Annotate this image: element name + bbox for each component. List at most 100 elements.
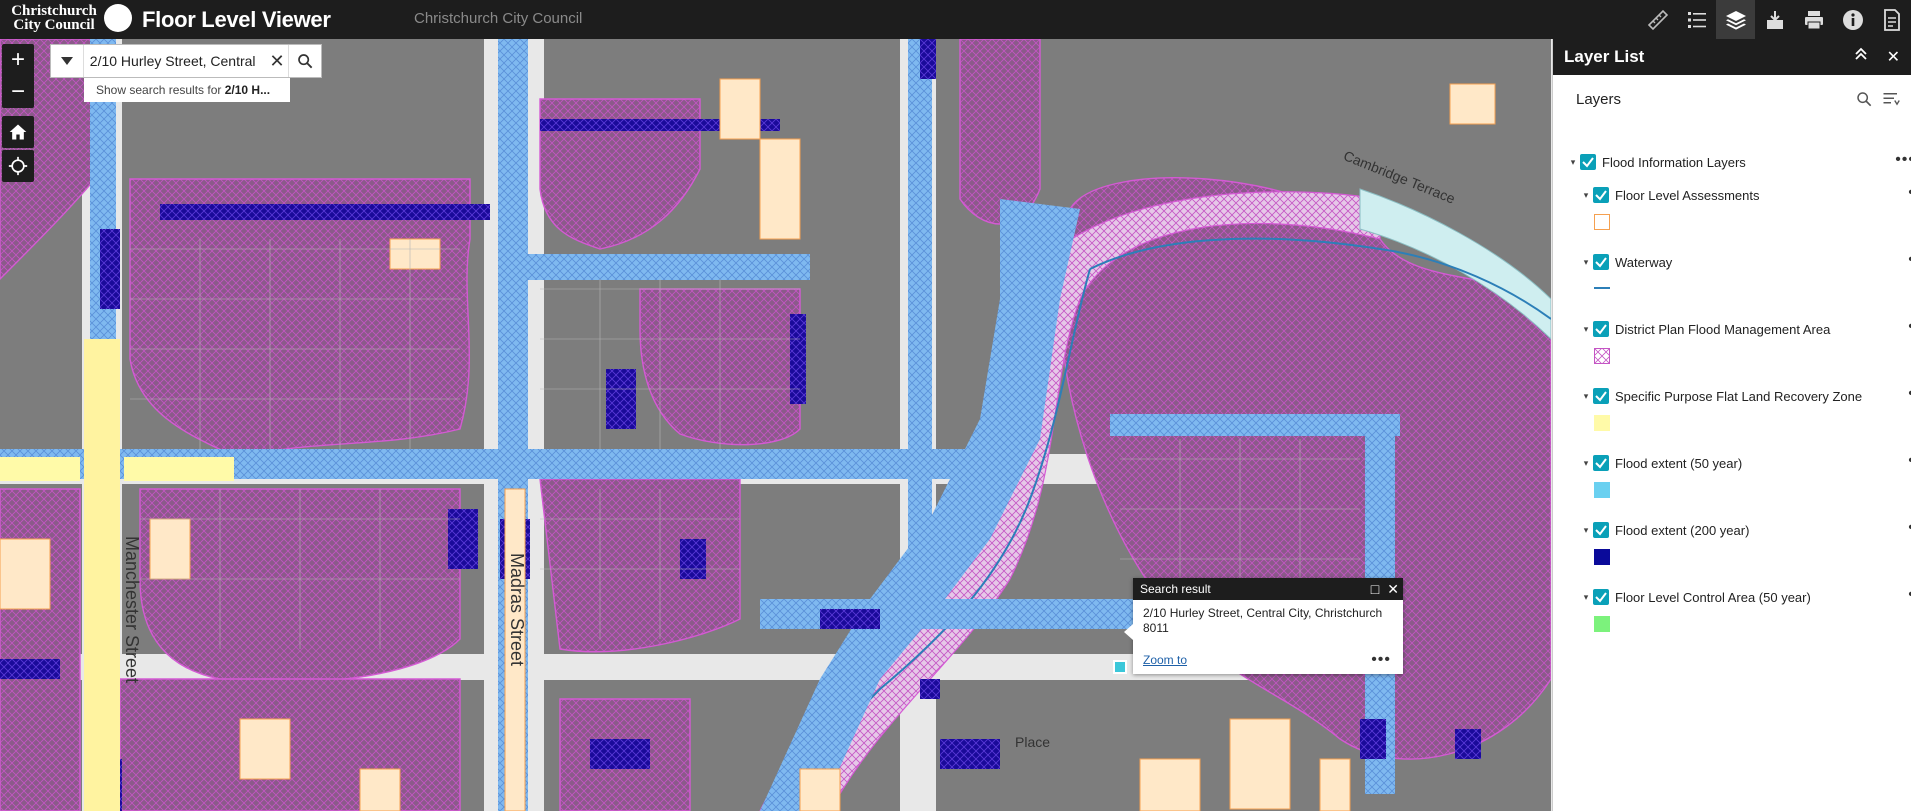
search-input[interactable] — [83, 45, 266, 77]
close-icon[interactable]: ✕ — [1387, 578, 1399, 600]
checkbox-layer[interactable] — [1593, 321, 1609, 337]
legend-swatch — [1594, 348, 1610, 364]
checkbox-group[interactable] — [1580, 154, 1596, 170]
search-icon[interactable] — [1856, 91, 1872, 107]
close-icon: ✕ — [269, 50, 285, 71]
street-label-manchester: Manchester Street — [122, 535, 143, 684]
home-icon — [9, 124, 27, 140]
layer-label: District Plan Flood Management Area — [1615, 321, 1831, 337]
search-result-popup: Search result □ ✕ 2/10 Hurley Street, Ce… — [1124, 578, 1403, 674]
map-canvas[interactable] — [0, 39, 1551, 811]
group-label: Flood Information Layers — [1602, 154, 1746, 170]
double-chevron-up-icon — [1855, 47, 1867, 60]
checkbox-layer[interactable] — [1593, 455, 1609, 471]
map-view[interactable]: + − ✕ Show search results for 2/10 H... … — [0, 39, 1551, 811]
layer-label: Floor Level Assessments — [1615, 187, 1760, 203]
layer-label: Specific Purpose Flat Land Recovery Zone — [1615, 388, 1863, 404]
basemap-button[interactable] — [1755, 0, 1794, 39]
layer-list-panel: Layer List ✕ Layers ▾ Flood Information … — [1552, 39, 1911, 811]
checkbox-layer[interactable] — [1593, 254, 1609, 270]
close-icon: ✕ — [1886, 49, 1900, 66]
logo-line2: City Council — [13, 17, 95, 33]
search-suggestion[interactable]: Show search results for 2/10 H... — [84, 78, 290, 102]
panel-title: Layer List — [1564, 47, 1645, 66]
checkbox-layer[interactable] — [1593, 522, 1609, 538]
checkbox-layer[interactable] — [1593, 388, 1609, 404]
layer-item: ▾ Specific Purpose Flat Land Recovery Zo… — [1553, 385, 1911, 431]
logo-line1: Christchurch — [11, 3, 97, 19]
checkbox-layer[interactable] — [1593, 187, 1609, 203]
zoom-out-button[interactable]: − — [2, 76, 34, 108]
maximize-icon[interactable]: □ — [1371, 578, 1379, 600]
legend-swatch — [1594, 214, 1610, 230]
caret-down-icon[interactable]: ▾ — [1581, 190, 1591, 201]
legend-swatch — [1594, 549, 1610, 565]
clear-search-button[interactable]: ✕ — [266, 45, 288, 77]
caret-down-icon[interactable]: ▾ — [1581, 592, 1591, 603]
app-subtitle: Christchurch City Council — [414, 10, 583, 27]
collapse-panel-button[interactable] — [1854, 47, 1868, 66]
council-logo: Christchurch City Council — [6, 4, 134, 34]
layer-label: Flood extent (50 year) — [1615, 455, 1743, 471]
suggestion-prefix: Show search results for — [96, 83, 225, 97]
zoom-to-link[interactable]: Zoom to — [1143, 653, 1187, 667]
search-source-dropdown[interactable] — [51, 45, 84, 77]
caret-down-icon[interactable]: ▾ — [1581, 391, 1591, 402]
zoom-control: + − — [2, 44, 34, 108]
popup-title: Search result — [1140, 582, 1211, 596]
layer-label: Waterway — [1615, 254, 1673, 270]
layer-options-button[interactable]: ••• — [1895, 151, 1911, 169]
popup-address: 2/10 Hurley Street, Central City, Christ… — [1143, 606, 1383, 635]
layer-label: Flood extent (200 year) — [1615, 522, 1750, 538]
layers-heading: Layers — [1576, 91, 1622, 108]
layer-item: ▾ Floor Level Assessments ••• — [1553, 184, 1911, 230]
legend-button[interactable] — [1677, 0, 1716, 39]
zoom-in-button[interactable]: + — [2, 44, 34, 76]
info-icon — [1842, 9, 1863, 30]
legend-swatch — [1594, 415, 1610, 431]
suggestion-query: 2/10 H... — [224, 83, 271, 97]
info-button[interactable] — [1833, 0, 1872, 39]
legend-swatch — [1594, 482, 1610, 498]
layers-button[interactable] — [1716, 0, 1755, 39]
basemap-icon — [1766, 10, 1783, 29]
measure-button[interactable] — [1638, 0, 1677, 39]
layer-group-flood-information: ▾ Flood Information Layers ••• — [1553, 151, 1911, 173]
street-label-madras: Madras Street — [507, 552, 528, 667]
legend-swatch — [1594, 287, 1610, 289]
caret-down-icon[interactable]: ▾ — [1581, 525, 1591, 536]
search-icon — [298, 54, 313, 69]
logo-emblem-icon — [104, 4, 132, 32]
close-panel-button[interactable]: ✕ — [1887, 47, 1900, 67]
filter-list-icon[interactable] — [1882, 91, 1900, 107]
layer-item: ▾ District Plan Flood Management Area ••… — [1553, 318, 1911, 364]
caret-down-icon[interactable]: ▾ — [1581, 458, 1591, 469]
caret-down-icon[interactable]: ▾ — [1581, 257, 1591, 268]
print-button[interactable] — [1794, 0, 1833, 39]
popup-more-button[interactable]: ••• — [1371, 651, 1391, 669]
locate-icon — [8, 156, 28, 176]
home-button[interactable] — [2, 116, 34, 148]
search-button[interactable] — [288, 45, 321, 77]
layer-label: Floor Level Control Area (50 year) — [1615, 589, 1811, 605]
search-widget: ✕ — [50, 44, 322, 78]
locate-button[interactable] — [2, 150, 34, 182]
chevron-down-icon — [60, 57, 73, 65]
layer-item: ▾ Floor Level Control Area (50 year) ••• — [1553, 586, 1911, 632]
checkbox-layer[interactable] — [1593, 589, 1609, 605]
caret-down-icon[interactable]: ▾ — [1581, 324, 1591, 335]
legend-icon — [1687, 11, 1706, 28]
report-icon — [1883, 8, 1900, 31]
header-toolbar — [1638, 0, 1911, 39]
legend-swatch — [1594, 616, 1610, 632]
street-label-place: Place — [1015, 734, 1051, 750]
layer-item: ▾ Waterway ••• — [1553, 251, 1911, 289]
print-icon — [1804, 10, 1823, 29]
layers-icon — [1725, 10, 1746, 30]
report-button[interactable] — [1872, 0, 1911, 39]
app-header: Christchurch City Council Floor Level Vi… — [0, 0, 1911, 39]
layer-item: ▾ Flood extent (200 year) ••• — [1553, 519, 1911, 565]
app-title: Floor Level Viewer — [142, 7, 331, 32]
caret-down-icon[interactable]: ▾ — [1568, 157, 1578, 168]
layer-item: ▾ Flood extent (50 year) ••• — [1553, 452, 1911, 498]
